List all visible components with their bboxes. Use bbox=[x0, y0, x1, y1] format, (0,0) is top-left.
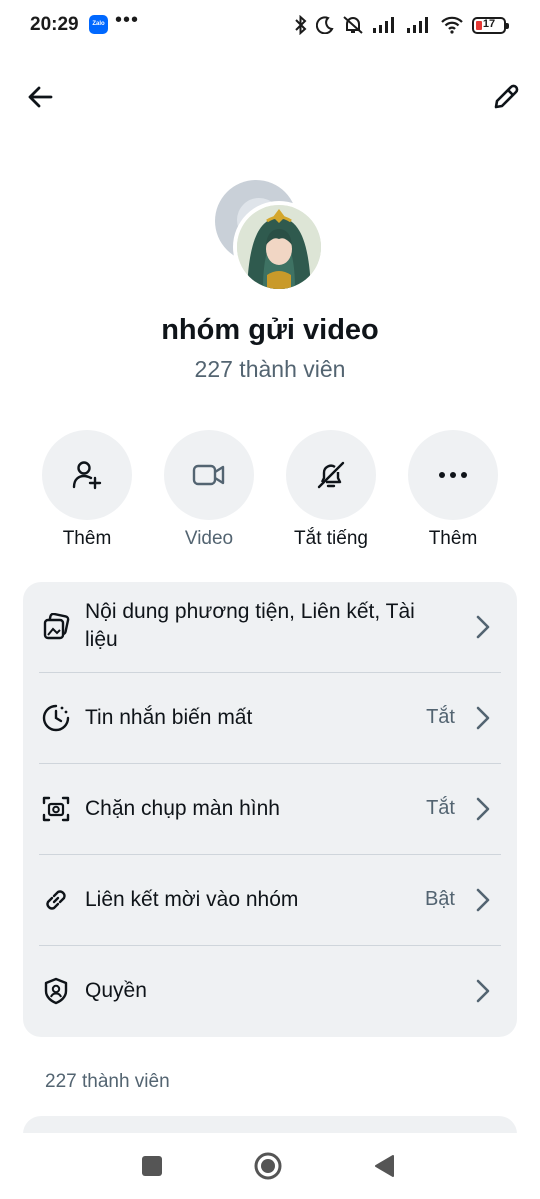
square-icon bbox=[142, 1156, 162, 1176]
battery-icon: 17 bbox=[472, 16, 509, 34]
settings-row-media-label: Nội dung phương tiện, Liên kết, Tài liệu bbox=[85, 600, 415, 651]
timer-icon bbox=[40, 702, 72, 734]
chevron-right-icon bbox=[473, 613, 493, 641]
settings-row-media[interactable]: Nội dung phương tiện, Liên kết, Tài liệu bbox=[23, 582, 517, 672]
camera-screenshot-icon bbox=[40, 793, 72, 825]
settings-row-invite-link[interactable]: Liên kết mời vào nhóm Bật bbox=[23, 855, 517, 946]
group-name: nhóm gửi video bbox=[161, 314, 379, 346]
settings-row-disappearing-messages[interactable]: Tin nhắn biến mất Tắt bbox=[23, 673, 517, 764]
chevron-right-icon bbox=[473, 795, 493, 823]
avatar-illustration bbox=[237, 205, 321, 289]
signal-icon-2 bbox=[407, 17, 428, 33]
group-member-count: 227 thành viên bbox=[194, 356, 346, 382]
status-bar: 20:29 Zalo ••• 17 bbox=[0, 0, 540, 52]
settings-row-disappearing-value: Tắt bbox=[426, 706, 455, 728]
system-navigation-bar bbox=[0, 1133, 540, 1199]
shield-user-icon bbox=[40, 975, 72, 1007]
members-section-header: 227 thành viên bbox=[45, 1071, 170, 1092]
video-icon bbox=[192, 464, 225, 486]
mute-label: Tắt tiếng bbox=[294, 528, 368, 549]
chevron-right-icon bbox=[473, 977, 493, 1005]
more-horizontal-icon bbox=[439, 472, 467, 478]
settings-row-screenshot-label: Chặn chụp màn hình bbox=[85, 797, 280, 820]
add-member-button[interactable] bbox=[42, 430, 132, 520]
bluetooth-icon bbox=[295, 15, 307, 35]
pencil-icon bbox=[494, 84, 519, 109]
signal-icon bbox=[373, 17, 394, 33]
status-time: 20:29 bbox=[30, 14, 79, 35]
link-icon bbox=[40, 884, 72, 916]
settings-row-permissions[interactable]: Quyền bbox=[23, 946, 517, 1037]
settings-row-disappearing-label: Tin nhắn biến mất bbox=[85, 706, 253, 729]
battery-level: 17 bbox=[482, 17, 496, 30]
more-action[interactable]: Thêm bbox=[398, 430, 508, 550]
more-button[interactable] bbox=[408, 430, 498, 520]
status-icons: 17 bbox=[294, 13, 509, 37]
settings-row-screenshot-value: Tắt bbox=[426, 797, 455, 819]
video-button[interactable] bbox=[164, 430, 254, 520]
video-label: Video bbox=[184, 528, 234, 549]
recent-apps-button[interactable] bbox=[137, 1151, 167, 1181]
system-back-button[interactable] bbox=[369, 1151, 399, 1181]
edit-button[interactable] bbox=[484, 75, 528, 119]
more-label: Thêm bbox=[428, 528, 478, 549]
group-avatar[interactable] bbox=[233, 201, 325, 293]
add-member-label: Thêm bbox=[62, 528, 112, 549]
group-settings-card: Nội dung phương tiện, Liên kết, Tài liệu… bbox=[23, 582, 517, 1037]
wifi-icon bbox=[441, 16, 463, 34]
mute-button[interactable] bbox=[286, 430, 376, 520]
moon-icon bbox=[316, 16, 334, 34]
settings-row-invite-value: Bật bbox=[424, 888, 455, 910]
home-button[interactable] bbox=[253, 1151, 283, 1181]
silent-bell-icon bbox=[343, 16, 363, 34]
settings-row-screenshot-block[interactable]: Chặn chụp màn hình Tắt bbox=[23, 764, 517, 855]
add-user-icon bbox=[72, 461, 102, 490]
more-notifications-icon: ••• bbox=[115, 9, 140, 31]
media-icon bbox=[40, 611, 72, 643]
back-button[interactable] bbox=[18, 75, 62, 119]
video-action[interactable]: Video bbox=[154, 430, 264, 550]
arrow-left-icon bbox=[28, 86, 53, 108]
mute-action[interactable]: Tắt tiếng bbox=[276, 430, 386, 550]
add-member-action[interactable]: Thêm bbox=[32, 430, 142, 550]
settings-row-permissions-label: Quyền bbox=[85, 979, 147, 1002]
zalo-notification-icon: Zalo bbox=[89, 15, 108, 34]
home-circle-icon bbox=[254, 1152, 282, 1180]
chevron-right-icon bbox=[473, 886, 493, 914]
settings-row-invite-label: Liên kết mời vào nhóm bbox=[85, 888, 299, 911]
triangle-back-icon bbox=[375, 1155, 394, 1177]
mute-bell-icon bbox=[317, 461, 345, 489]
chevron-right-icon bbox=[473, 704, 493, 732]
